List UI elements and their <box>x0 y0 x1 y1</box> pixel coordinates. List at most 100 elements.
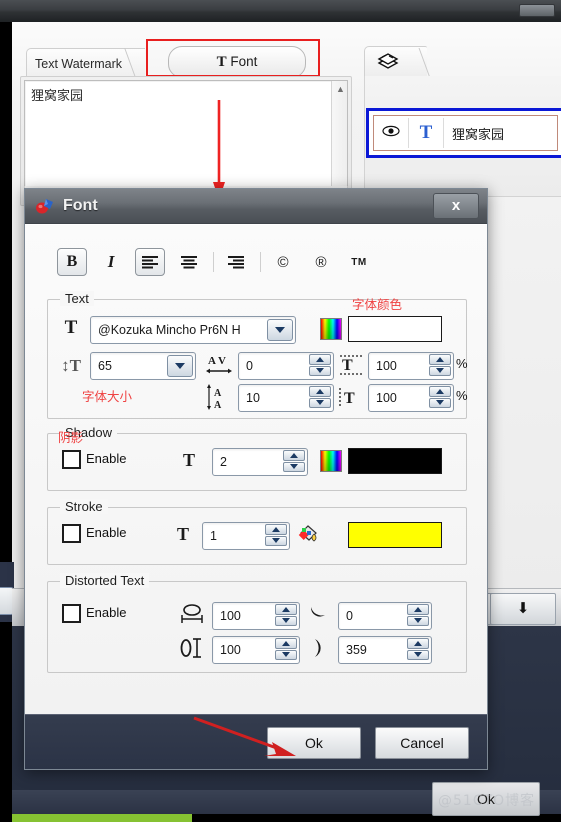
vertical-scale-decrement[interactable] <box>429 365 451 376</box>
svg-text:A: A <box>214 388 222 399</box>
bold-button[interactable]: B <box>57 248 87 276</box>
copyright-button[interactable]: © <box>269 249 297 275</box>
font-family-dropdown-button[interactable] <box>267 319 293 341</box>
line-spacing-decrement[interactable] <box>309 397 331 408</box>
shadow-size-spinner[interactable]: 2 <box>212 448 308 476</box>
horizontal-scale-spinner-buttons[interactable] <box>429 386 451 408</box>
caret-up-icon <box>290 452 298 458</box>
line-spacing-spinner-buttons[interactable] <box>309 386 331 408</box>
arc-end-increment[interactable] <box>407 638 429 649</box>
distort-width-decrement[interactable] <box>275 615 297 626</box>
arc-start-value: 0 <box>346 609 353 623</box>
kerning-decrement[interactable] <box>309 365 331 376</box>
font-size-combo[interactable]: 65 <box>90 352 196 380</box>
stroke-width-increment[interactable] <box>265 524 287 535</box>
paint-bucket-icon[interactable] <box>298 522 320 542</box>
italic-button[interactable]: I <box>97 249 125 275</box>
align-center-icon <box>181 255 197 268</box>
trademark-icon: TM <box>351 256 367 268</box>
text-area-vertical-scrollbar[interactable]: ▲ ▼ <box>331 81 347 199</box>
distorted-text-group: Distorted Text Enable 100 0 100 359 <box>47 573 467 673</box>
layer-label: 狸窝家园 <box>452 127 505 143</box>
stroke-width-spinner[interactable]: 1 <box>202 522 290 550</box>
app-title-bar <box>0 0 561 23</box>
font-family-combo[interactable]: @Kozuka Mincho Pr6N H <box>90 316 296 344</box>
close-icon[interactable]: x <box>433 193 479 219</box>
stroke-width-spinner-buttons[interactable] <box>265 524 287 546</box>
caret-down-icon <box>414 618 422 624</box>
caret-down-icon <box>316 400 324 406</box>
arc-start-spinner[interactable]: 0 <box>338 602 432 630</box>
shadow-size-decrement[interactable] <box>283 461 305 472</box>
horizontal-scale-percent: % <box>456 388 468 403</box>
scroll-up-icon[interactable]: ▲ <box>336 85 345 94</box>
font-size-value: 65 <box>98 359 112 373</box>
line-spacing-spinner[interactable]: 10 <box>238 384 334 412</box>
caret-down-icon <box>272 538 280 544</box>
distort-enable-checkbox[interactable] <box>62 604 81 623</box>
eye-icon[interactable] <box>374 118 409 148</box>
kerning-icon: A V <box>204 352 234 378</box>
layer-row-selected[interactable]: T 狸窝家园 <box>366 108 561 158</box>
distort-height-increment[interactable] <box>275 638 297 649</box>
shadow-size-spinner-buttons[interactable] <box>283 450 305 472</box>
distort-width-spinner-buttons[interactable] <box>275 604 297 626</box>
shadow-size-increment[interactable] <box>283 450 305 461</box>
svg-text:A: A <box>214 400 222 410</box>
caret-up-icon <box>316 388 324 394</box>
bottom-toolbar-down-button[interactable]: ⬇ <box>490 593 556 625</box>
vertical-scale-increment[interactable] <box>429 354 451 365</box>
kerning-increment[interactable] <box>309 354 331 365</box>
arc-start-decrement[interactable] <box>407 615 429 626</box>
font-color-swatch[interactable] <box>348 316 442 342</box>
align-right-icon <box>228 255 244 268</box>
distort-width-increment[interactable] <box>275 604 297 615</box>
align-left-button[interactable] <box>135 248 165 276</box>
align-center-button[interactable] <box>175 249 203 275</box>
shadow-enable-checkbox[interactable] <box>62 450 81 469</box>
arc-end-spinner-buttons[interactable] <box>407 638 429 660</box>
vertical-scale-spinner[interactable]: 100 <box>368 352 454 380</box>
window-controls[interactable] <box>519 4 555 17</box>
caret-down-icon <box>316 368 324 374</box>
align-right-button[interactable] <box>222 249 250 275</box>
watermark-text-area[interactable]: 狸窝家园 ▲ ▼ <box>24 80 348 202</box>
text-group-legend: Text <box>60 291 94 306</box>
caret-down-icon <box>282 618 290 624</box>
arc-start-icon <box>306 602 332 626</box>
kerning-spinner-buttons[interactable] <box>309 354 331 376</box>
trademark-button[interactable]: TM <box>345 249 373 275</box>
distort-height-decrement[interactable] <box>275 649 297 660</box>
watermark-text-value: 狸窝家园 <box>31 89 84 104</box>
caret-down-icon <box>290 464 298 470</box>
distort-width-spinner[interactable]: 100 <box>212 602 300 630</box>
tab-text-watermark-label: Text Watermark <box>35 57 123 71</box>
arc-start-increment[interactable] <box>407 604 429 615</box>
registered-button[interactable]: ® <box>307 249 335 275</box>
distort-height-spinner-buttons[interactable] <box>275 638 297 660</box>
vertical-scale-spinner-buttons[interactable] <box>429 354 451 376</box>
arc-start-spinner-buttons[interactable] <box>407 604 429 626</box>
stroke-enable-checkbox[interactable] <box>62 524 81 543</box>
distort-height-spinner[interactable]: 100 <box>212 636 300 664</box>
kerning-value: 0 <box>246 359 253 373</box>
stroke-width-decrement[interactable] <box>265 535 287 546</box>
arc-end-spinner[interactable]: 359 <box>338 636 432 664</box>
font-color-picker-icon[interactable] <box>320 318 342 340</box>
horizontal-scale-increment[interactable] <box>429 386 451 397</box>
shadow-color-picker-icon[interactable] <box>320 450 342 472</box>
font-size-dropdown-button[interactable] <box>167 355 193 377</box>
distort-height-icon <box>178 636 206 660</box>
annotation-box-font-tab <box>146 39 320 77</box>
cancel-button[interactable]: Cancel <box>375 727 469 759</box>
kerning-spinner[interactable]: 0 <box>238 352 334 380</box>
stroke-color-swatch[interactable] <box>348 522 442 548</box>
font-format-toolbar: B I © ® TM <box>57 245 383 279</box>
font-dialog-title-bar[interactable]: Font x <box>25 189 487 224</box>
arc-end-decrement[interactable] <box>407 649 429 660</box>
line-spacing-increment[interactable] <box>309 386 331 397</box>
horizontal-scale-spinner[interactable]: 100 <box>368 384 454 412</box>
footer-green-strip <box>12 814 192 822</box>
shadow-color-swatch[interactable] <box>348 448 442 474</box>
horizontal-scale-decrement[interactable] <box>429 397 451 408</box>
